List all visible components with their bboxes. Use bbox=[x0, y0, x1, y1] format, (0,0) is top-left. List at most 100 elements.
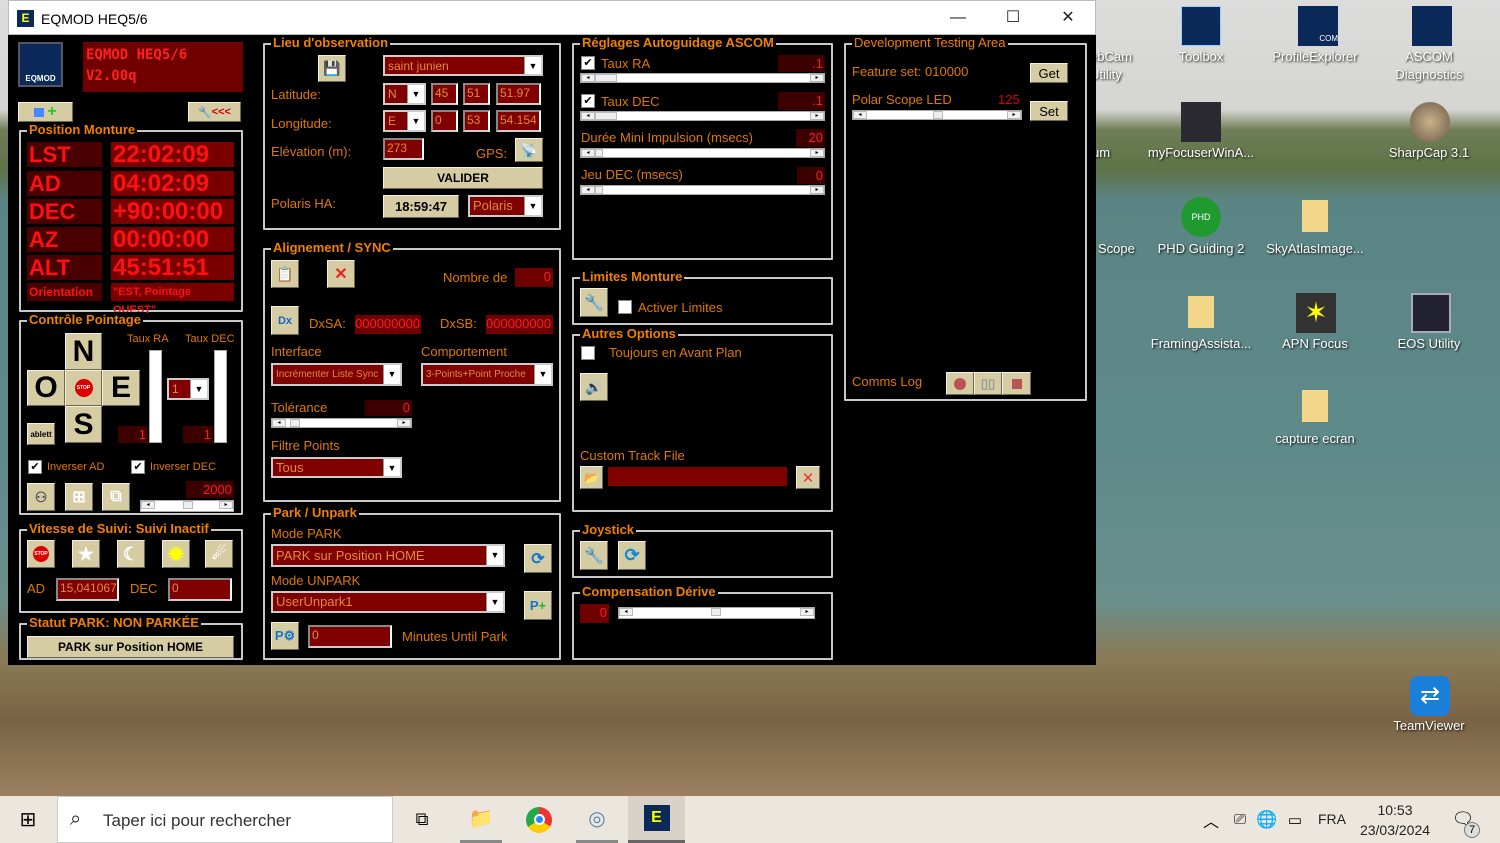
battery-icon[interactable]: ▭ bbox=[1283, 796, 1307, 843]
solar-rate-button[interactable]: ✹ bbox=[162, 540, 190, 568]
apn-focus-icon[interactable]: ✶ bbox=[1296, 293, 1336, 333]
slew-north-button[interactable]: N bbox=[65, 333, 102, 370]
joystick-refresh-button[interactable]: ⟳ bbox=[618, 541, 646, 570]
guide-ra-checkbox[interactable]: ✔ bbox=[581, 56, 595, 70]
rate-preset-select[interactable]: 1 ▼ bbox=[167, 378, 209, 400]
add-park-position-button[interactable]: P+ bbox=[524, 591, 552, 620]
gps-button[interactable]: 📡 bbox=[515, 138, 543, 162]
desktop-icon-phd[interactable]: PHD Guiding 2 bbox=[1146, 240, 1256, 258]
desktop-icon-skyatlas[interactable]: SkyAtlasImage... bbox=[1260, 240, 1370, 258]
latitude-minutes-input[interactable]: 51 bbox=[463, 83, 490, 105]
rate-ra-scrollbar[interactable] bbox=[149, 350, 162, 443]
toolbox-icon[interactable] bbox=[1181, 6, 1221, 46]
open-track-file-button[interactable]: 📂 bbox=[580, 466, 603, 489]
always-on-top-checkbox[interactable] bbox=[581, 346, 595, 360]
park-home-button[interactable]: PARK sur Position HOME bbox=[27, 636, 234, 658]
set-button[interactable]: Set bbox=[1030, 101, 1068, 121]
start-button[interactable]: ⊞ bbox=[10, 796, 46, 843]
elevation-input[interactable]: 273 bbox=[383, 138, 424, 160]
desktop-icon-webcam[interactable]: ebCam Utility bbox=[1090, 48, 1150, 84]
longitude-ew-select[interactable]: E ▼ bbox=[383, 110, 426, 132]
search-box[interactable]: ⌕ Taper ici pour rechercher bbox=[57, 796, 393, 843]
align-list-button[interactable]: 📋 bbox=[271, 260, 299, 288]
sidereal-rate-button[interactable]: ★ bbox=[72, 540, 100, 568]
camera-tray-icon[interactable]: ⎚ bbox=[1228, 796, 1252, 843]
spiral-speed-slider[interactable]: ◂ ▸ bbox=[140, 500, 234, 512]
spiral-button[interactable]: ⧉ bbox=[102, 483, 130, 511]
filter-select[interactable]: Tous ▼ bbox=[271, 457, 402, 478]
desktop-icon-eos[interactable]: EOS Utility bbox=[1374, 335, 1484, 353]
maximize-button[interactable]: ☐ bbox=[991, 5, 1035, 31]
invert-ad-checkbox[interactable]: ✔ bbox=[28, 460, 42, 474]
save-site-button[interactable]: 💾 bbox=[318, 55, 346, 82]
enable-limits-checkbox[interactable] bbox=[618, 300, 632, 314]
get-button[interactable]: Get bbox=[1030, 63, 1068, 83]
longitude-seconds-input[interactable]: 54.154 bbox=[496, 110, 541, 132]
setup-expand-button[interactable]: 🔧 <<< bbox=[188, 102, 241, 122]
network-icon[interactable]: 🌐 bbox=[1255, 796, 1279, 843]
grid-button[interactable]: ⊞ bbox=[65, 483, 93, 511]
binoculars-button[interactable]: ⚇ bbox=[27, 483, 55, 511]
clear-align-button[interactable]: ✕ bbox=[327, 260, 355, 288]
ascom-diagnostics-icon[interactable] bbox=[1412, 6, 1452, 46]
validate-button[interactable]: VALIDER bbox=[383, 167, 543, 189]
task-view-button[interactable]: ⧉ bbox=[405, 796, 439, 843]
desktop-icon-apn-focus[interactable]: APN Focus bbox=[1260, 335, 1370, 353]
joystick-setup-button[interactable]: 🔧 bbox=[580, 541, 608, 570]
ascom-profile-icon[interactable]: COM bbox=[1298, 6, 1338, 46]
language-indicator[interactable]: FRA bbox=[1318, 811, 1346, 827]
folder-icon[interactable] bbox=[1302, 390, 1328, 422]
desktop-icon-toolbox[interactable]: Toolbox bbox=[1146, 48, 1256, 66]
mode-unpark-select[interactable]: UserUnpark1 ▼ bbox=[271, 591, 505, 613]
desktop-icon-myfocuser[interactable]: myFocuserWinA... bbox=[1146, 144, 1256, 162]
min-pulse-slider[interactable]: ◂ ▸ bbox=[580, 148, 825, 158]
eos-utility-icon[interactable] bbox=[1411, 293, 1451, 333]
tracking-ad-input[interactable]: 15,041067 bbox=[56, 578, 119, 601]
tracking-stop-button[interactable]: STOP bbox=[27, 540, 55, 568]
slew-south-button[interactable]: S bbox=[65, 406, 102, 443]
clock[interactable]: 10:53 23/03/2024 bbox=[1352, 800, 1438, 840]
polar-star-select[interactable]: Polaris ▼ bbox=[468, 195, 543, 217]
guide-dec-checkbox[interactable]: ✔ bbox=[581, 94, 595, 108]
guide-dec-slider[interactable]: ◂ ▸ bbox=[580, 111, 825, 121]
longitude-minutes-input[interactable]: 53 bbox=[463, 110, 490, 132]
desktop-icon-um[interactable]: um bbox=[1092, 144, 1132, 162]
invert-dec-checkbox[interactable]: ✔ bbox=[131, 460, 145, 474]
comms-record-button[interactable] bbox=[946, 372, 974, 395]
taskbar-app[interactable]: ◎ bbox=[576, 796, 618, 843]
phd-icon[interactable]: PHD bbox=[1181, 197, 1221, 237]
slew-stop-button[interactable]: STOP bbox=[65, 370, 102, 406]
taskbar-file-explorer[interactable]: 📁 bbox=[460, 796, 502, 843]
desktop-icon-framing[interactable]: FramingAssista... bbox=[1146, 335, 1256, 353]
polar-led-slider[interactable]: ◂ ▸ bbox=[852, 110, 1022, 120]
show-hidden-icons-button[interactable]: ︿ bbox=[1198, 796, 1224, 843]
minimize-button[interactable]: — bbox=[936, 5, 980, 31]
park-refresh-button[interactable]: ⟳ bbox=[524, 544, 552, 573]
longitude-degrees-input[interactable]: 0 bbox=[431, 110, 458, 132]
limits-setup-button[interactable]: 🔧 bbox=[580, 288, 608, 317]
guide-ra-slider[interactable]: ◂ ▸ bbox=[580, 73, 825, 83]
slew-west-button[interactable]: O bbox=[27, 370, 65, 406]
close-button[interactable]: ✕ bbox=[1046, 5, 1090, 31]
site-select[interactable]: saint junien ▼ bbox=[383, 55, 543, 76]
desktop-icon-ascom-diagnostics[interactable]: ASCOM Diagnostics bbox=[1374, 48, 1484, 84]
custom-rate-button[interactable]: ☄ bbox=[205, 540, 233, 568]
dx-clear-button[interactable]: Dx bbox=[271, 306, 299, 335]
latitude-seconds-input[interactable]: 51.97 bbox=[496, 83, 541, 105]
interface-select[interactable]: Incrémenter Liste Sync ▼ bbox=[271, 363, 402, 386]
rate-dec-scrollbar[interactable] bbox=[214, 350, 227, 443]
desktop-icon-sharpcap[interactable]: SharpCap 3.1 bbox=[1374, 144, 1484, 162]
tracking-dec-input[interactable]: 0 bbox=[168, 578, 232, 601]
comms-stop-button[interactable] bbox=[1002, 372, 1031, 395]
tolerance-slider[interactable]: ◂ ▸ bbox=[271, 418, 412, 428]
clear-track-file-button[interactable]: ✕ bbox=[796, 466, 820, 489]
lunar-rate-button[interactable]: ☾ bbox=[117, 540, 145, 568]
folder-icon[interactable] bbox=[1188, 296, 1214, 328]
mode-park-select[interactable]: PARK sur Position HOME ▼ bbox=[271, 544, 505, 567]
tablet-button[interactable]: ablett bbox=[27, 423, 55, 445]
teamviewer-icon[interactable]: ⇄ bbox=[1410, 676, 1450, 716]
latitude-degrees-input[interactable]: 45 bbox=[431, 83, 458, 105]
drift-slider[interactable]: ◂ ▸ bbox=[618, 607, 815, 619]
taskbar-chrome[interactable] bbox=[518, 796, 560, 843]
minutes-until-park-input[interactable]: 0 bbox=[308, 625, 392, 648]
